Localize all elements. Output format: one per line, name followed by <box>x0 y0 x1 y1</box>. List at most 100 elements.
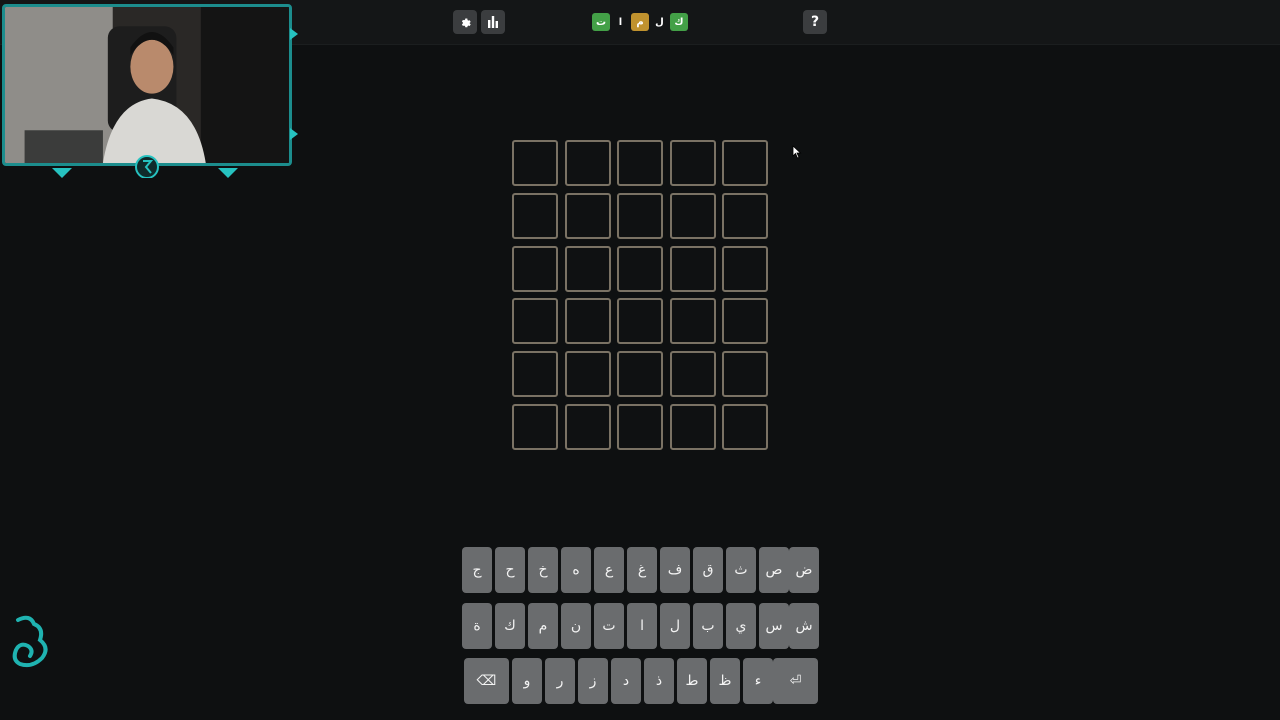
keyboard-key[interactable]: ر <box>545 658 575 704</box>
key-label: ت <box>602 618 616 634</box>
board-tile <box>564 192 611 239</box>
keyboard-key[interactable]: ح <box>495 547 525 593</box>
help-button[interactable]: ? <box>803 10 827 34</box>
board-tile <box>617 140 663 186</box>
brand-logo-icon <box>12 615 48 668</box>
keyboard-key[interactable]: ص <box>759 547 789 593</box>
webcam-decoration <box>52 28 298 178</box>
keyboard-key[interactable]: ز <box>578 658 608 704</box>
backspace-key[interactable]: ⌫ <box>464 658 509 704</box>
bar-chart-icon <box>488 16 498 28</box>
board-tile <box>669 140 716 186</box>
key-label: م <box>538 618 548 634</box>
board-tile <box>512 351 558 398</box>
key-label: ر <box>556 673 564 689</box>
key-label: ه <box>572 562 580 578</box>
keyboard-key[interactable]: ة <box>462 603 492 649</box>
keyboard-key[interactable]: ه <box>561 547 591 593</box>
key-label: ث <box>734 562 748 578</box>
key-label: ف <box>667 562 683 578</box>
enter-icon: ⏎ <box>789 673 802 689</box>
key-label: ز <box>589 673 597 689</box>
backspace-icon: ⌫ <box>476 673 497 689</box>
keyboard-key[interactable]: ف <box>660 547 690 593</box>
key-label: ل <box>669 618 681 634</box>
keyboard-key[interactable]: ج <box>462 547 492 593</box>
keyboard-key[interactable]: ط <box>677 658 707 704</box>
keyboard-key[interactable]: ذ <box>644 658 674 704</box>
keyboard-key[interactable]: ن <box>561 603 591 649</box>
logo-letter: م <box>631 13 649 31</box>
logo-letter: ك <box>670 13 688 31</box>
key-label: ذ <box>655 673 663 689</box>
board-tile <box>564 351 611 398</box>
keyboard-row-3: ⏎ ء ظ ط ذ د ز ر و ⌫ <box>461 658 818 704</box>
keyboard-key[interactable]: د <box>611 658 641 704</box>
statistics-button[interactable] <box>481 10 505 34</box>
board-tile <box>617 403 663 450</box>
board-tile <box>669 245 716 292</box>
webcam-overlay <box>0 0 298 178</box>
key-label: ب <box>701 618 715 634</box>
keyboard-key[interactable]: ث <box>726 547 756 593</box>
keyboard-key[interactable]: ض <box>789 547 819 593</box>
board-tile <box>512 298 558 345</box>
board-tile <box>669 403 716 450</box>
key-label: د <box>622 673 630 689</box>
keyboard-key[interactable]: ب <box>693 603 723 649</box>
logo-letter: ت <box>592 13 610 31</box>
key-label: ء <box>754 673 762 689</box>
board-tile <box>669 298 716 345</box>
keyboard-key[interactable]: ع <box>594 547 624 593</box>
board-tile <box>669 192 716 239</box>
keyboard-key[interactable]: س <box>759 603 789 649</box>
key-label: ة <box>473 618 481 634</box>
keyboard-key[interactable]: ل <box>660 603 690 649</box>
keyboard-row-2: شس ي ب ل ا ت ن م ك ة <box>459 603 819 649</box>
gear-icon <box>461 18 471 28</box>
keyboard-key[interactable]: م <box>528 603 558 649</box>
board-tile <box>722 298 768 345</box>
board-tile <box>564 140 611 186</box>
board-tile <box>564 298 611 345</box>
board-tile <box>669 351 716 398</box>
key-label: خ <box>538 562 548 578</box>
keyboard-key[interactable]: ك <box>495 603 525 649</box>
key-label: ط <box>685 673 699 689</box>
mouse-cursor-icon <box>792 145 802 159</box>
board-tile <box>617 192 663 239</box>
enter-key[interactable]: ⏎ <box>773 658 818 704</box>
key-label: ش <box>795 618 813 634</box>
key-label: و <box>523 673 531 689</box>
key-label: ع <box>604 562 614 578</box>
key-label: ظ <box>718 673 732 689</box>
keyboard-key[interactable]: خ <box>528 547 558 593</box>
board-tile <box>564 403 611 450</box>
keyboard-key[interactable]: ء <box>743 658 773 704</box>
keyboard-key[interactable]: ش <box>789 603 819 649</box>
logo-letter: ا <box>618 16 623 28</box>
key-label: ن <box>570 618 582 634</box>
logo-letter: ل <box>655 16 664 28</box>
board-tile <box>617 298 663 345</box>
key-label: ي <box>735 618 747 634</box>
settings-button[interactable] <box>453 10 477 34</box>
keyboard-key[interactable]: ت <box>594 603 624 649</box>
board-tile <box>722 245 768 292</box>
keyboard-key[interactable]: ي <box>726 603 756 649</box>
keyboard-key[interactable]: ق <box>693 547 723 593</box>
key-label: ج <box>472 562 482 578</box>
keyboard-key[interactable]: ظ <box>710 658 740 704</box>
board-tile <box>722 403 768 450</box>
keyboard-key[interactable]: ا <box>627 603 657 649</box>
board-tile <box>564 245 611 292</box>
key-label: غ <box>637 562 647 578</box>
keyboard-key[interactable]: و <box>512 658 542 704</box>
game-board <box>512 140 769 450</box>
board-tile <box>512 192 558 239</box>
key-label: ض <box>795 562 813 578</box>
board-tile <box>617 351 663 398</box>
key-label: ك <box>504 618 516 634</box>
board-tile <box>512 245 558 292</box>
keyboard-key[interactable]: غ <box>627 547 657 593</box>
